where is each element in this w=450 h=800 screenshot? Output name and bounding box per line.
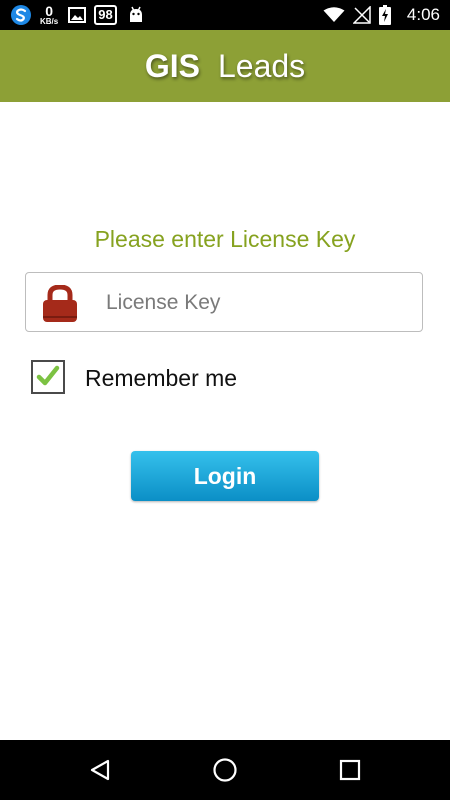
checkmark-icon <box>36 365 60 386</box>
remember-me-label: Remember me <box>85 365 238 391</box>
swiftkey-icon <box>10 4 32 26</box>
clock: 4:06 <box>406 5 440 24</box>
back-icon[interactable] <box>85 755 115 785</box>
recents-icon[interactable] <box>335 755 365 785</box>
speed-value: 0 <box>45 3 54 19</box>
network-speed: 0 KB/s <box>40 4 58 26</box>
app-bar: GIS Leads <box>0 30 450 102</box>
android-icon <box>127 6 145 24</box>
license-prompt: Please enter License Key <box>94 226 356 252</box>
remember-me-row[interactable]: Remember me <box>31 360 331 396</box>
license-key-input[interactable] <box>104 283 408 323</box>
image-icon <box>68 7 87 23</box>
app-title-gis: GIS <box>144 47 200 84</box>
app-title-leads: Leads <box>217 47 306 84</box>
notification-badge: 98 <box>94 5 117 25</box>
speed-unit: KB/s <box>40 17 59 26</box>
license-key-field[interactable] <box>25 272 423 332</box>
lock-icon <box>42 284 78 328</box>
home-icon[interactable] <box>210 755 240 785</box>
battery-charging-icon <box>378 5 391 25</box>
login-button[interactable]: Login <box>131 451 319 501</box>
remember-me-checkbox[interactable] <box>31 360 65 394</box>
no-sim-icon <box>352 6 371 24</box>
status-bar: 0 KB/s 98 4:06 <box>0 0 450 30</box>
navigation-bar <box>0 740 450 800</box>
wifi-icon <box>323 7 345 23</box>
